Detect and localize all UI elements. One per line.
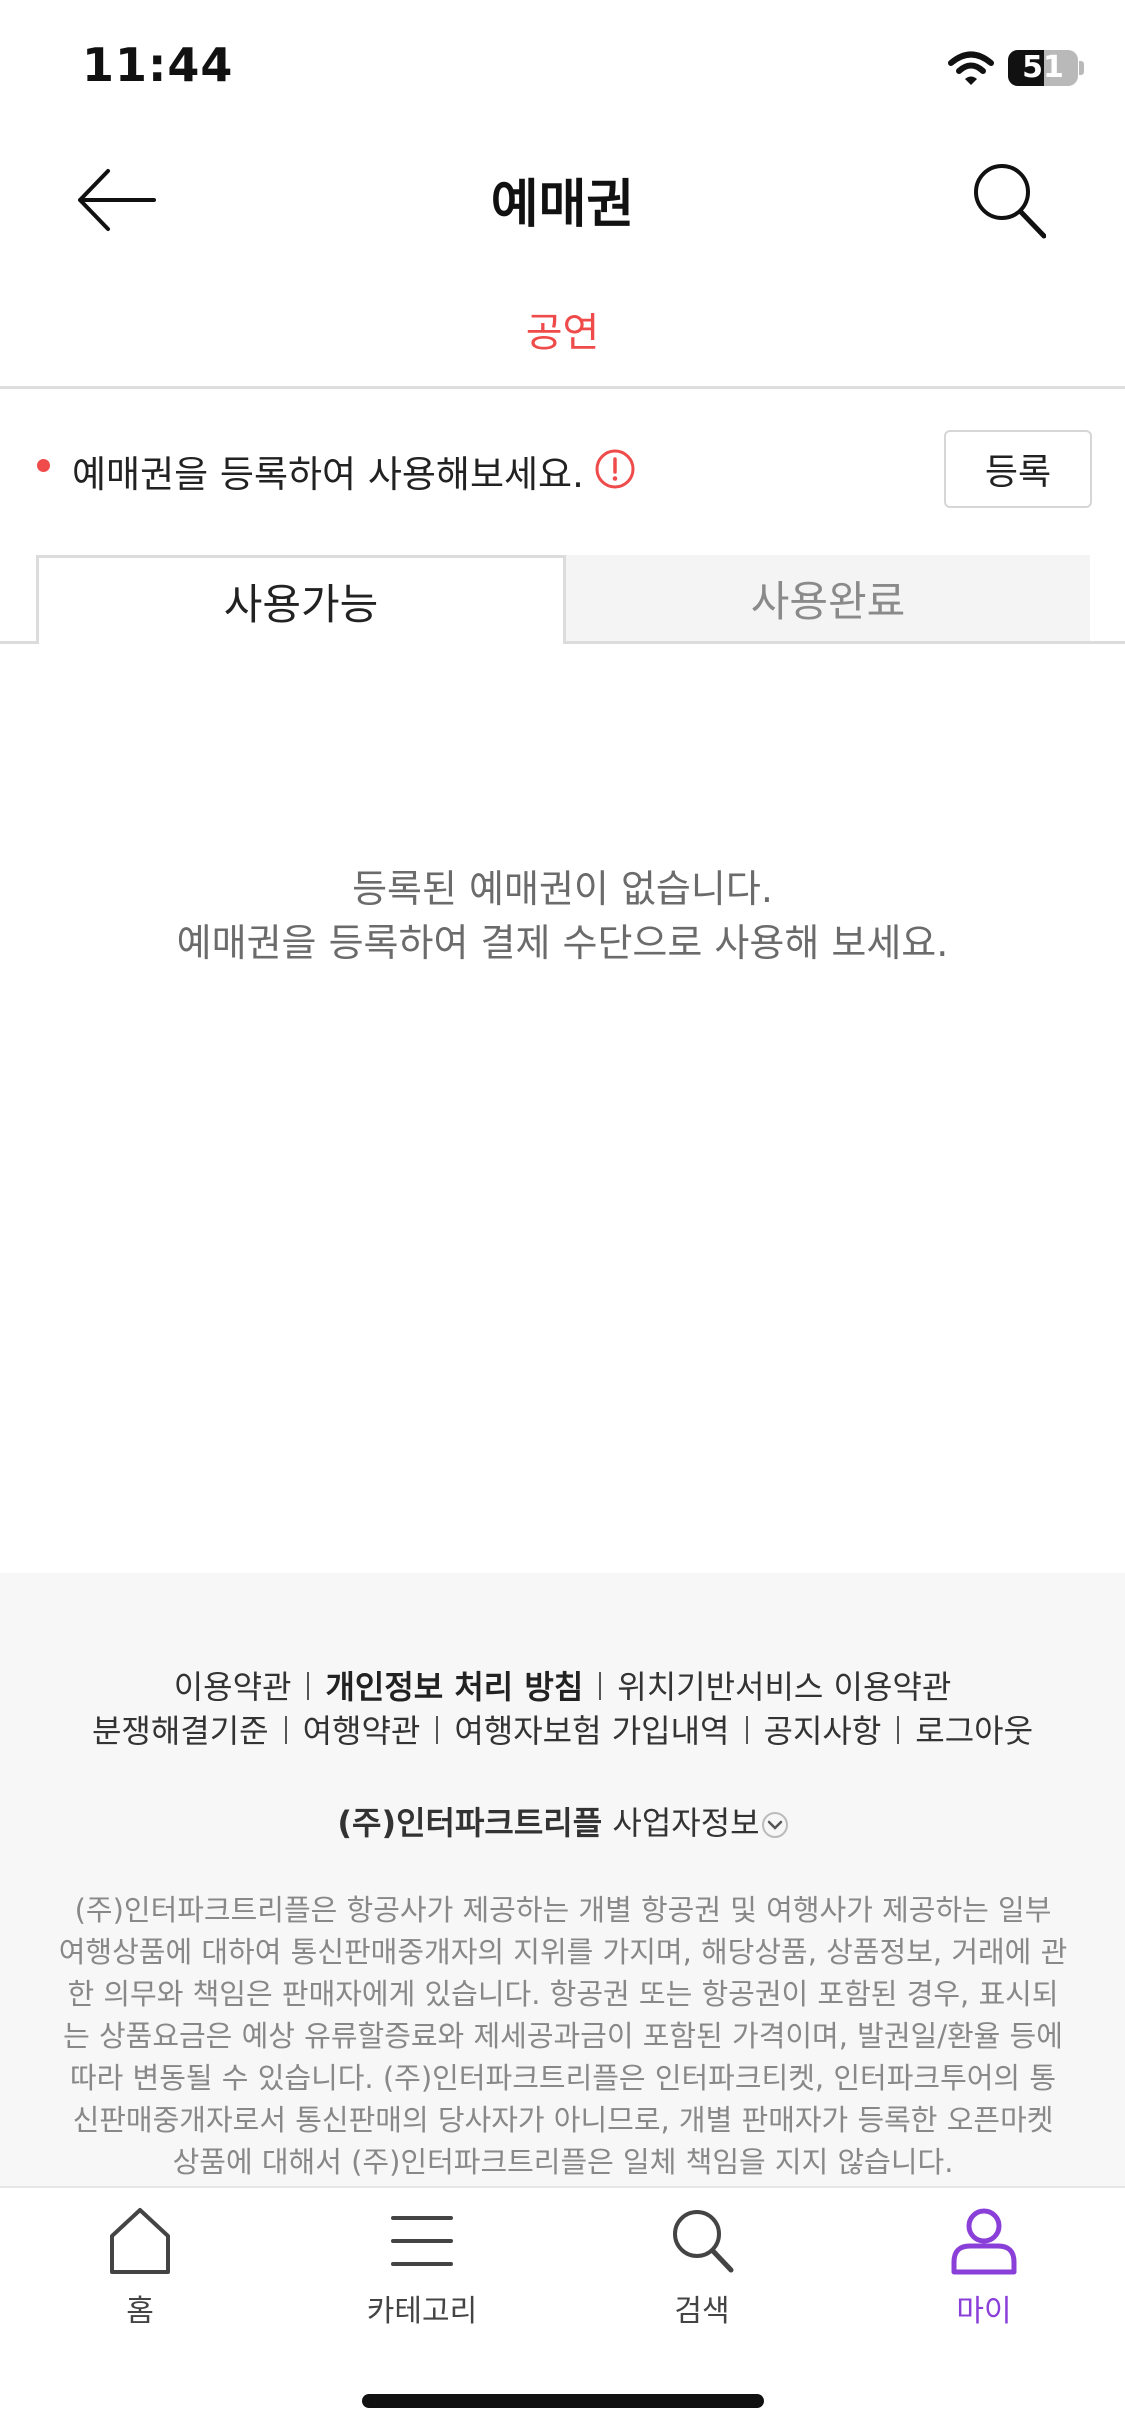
wifi-icon <box>948 51 994 85</box>
divider <box>0 386 1125 389</box>
menu-icon <box>391 2216 453 2266</box>
empty-state-description: 예매권을 등록하여 결제 수단으로 사용해 보세요. <box>176 921 949 965</box>
nav-category[interactable]: 카테고리 <box>322 2206 522 2330</box>
status-time: 11:44 <box>82 38 234 92</box>
nav-home-label: 홈 <box>126 2294 154 2329</box>
footer-links-row-1: 이용약관 개인정보 처리 방침 위치기반서비스 이용약관 <box>0 1662 1125 1708</box>
category-tab-performance[interactable]: 공연 <box>0 300 1125 358</box>
nav-search-label: 검색 <box>674 2294 730 2329</box>
footer-link-logout[interactable]: 로그아웃 <box>915 1712 1033 1750</box>
footer-link-travel-terms[interactable]: 여행약관 <box>303 1712 421 1750</box>
link-separator <box>307 1672 310 1700</box>
battery-indicator: 51 <box>1008 50 1078 86</box>
register-button[interactable]: 등록 <box>944 430 1092 508</box>
nav-my[interactable]: 마이 <box>884 2206 1084 2330</box>
battery-tip <box>1079 61 1084 75</box>
link-separator <box>599 1672 602 1700</box>
notice-text: 예매권을 등록하여 사용해보세요. <box>72 453 584 496</box>
nav-search[interactable]: 검색 <box>602 2206 802 2330</box>
tab-available[interactable]: 사용가능 <box>36 555 566 644</box>
footer-link-dispute[interactable]: 분쟁해결기준 <box>92 1712 269 1750</box>
company-info-toggle[interactable]: 사업자정보 <box>612 1804 788 1842</box>
home-icon <box>110 2208 170 2274</box>
company-name: (주)인터파크트리플 <box>337 1804 603 1842</box>
person-icon <box>951 2208 1017 2275</box>
company-info: (주)인터파크트리플 사업자정보 <box>0 1798 1125 1844</box>
nav-my-label: 마이 <box>956 2294 1012 2329</box>
link-separator <box>897 1716 900 1744</box>
tab-used[interactable]: 사용완료 <box>566 555 1090 641</box>
link-separator <box>284 1716 287 1744</box>
link-separator <box>436 1716 439 1744</box>
company-info-label: 사업자정보 <box>612 1804 760 1842</box>
footer-link-privacy[interactable]: 개인정보 처리 방침 <box>325 1668 583 1706</box>
page-title: 예매권 <box>490 175 635 235</box>
bullet-dot <box>37 459 50 472</box>
legal-disclaimer: (주)인터파크트리플은 항공사가 제공하는 개별 항공권 및 여행사가 제공하는… <box>58 1893 1068 2179</box>
footer-link-insurance[interactable]: 여행자보험 가입내역 <box>454 1712 729 1750</box>
footer-link-location-terms[interactable]: 위치기반서비스 이용약관 <box>617 1668 951 1706</box>
search-icon[interactable] <box>972 162 1046 240</box>
empty-state-title: 등록된 예매권이 없습니다. <box>352 867 773 911</box>
chevron-down-icon <box>761 1812 788 1838</box>
nav-category-label: 카테고리 <box>366 2294 478 2329</box>
footer-links-row-2: 분쟁해결기준 여행약관 여행자보험 가입내역 공지사항 로그아웃 <box>0 1706 1125 1752</box>
link-separator <box>745 1716 748 1744</box>
nav-home[interactable]: 홈 <box>40 2206 240 2330</box>
footer-link-notice[interactable]: 공지사항 <box>764 1712 882 1750</box>
search-icon <box>673 2210 734 2273</box>
home-indicator <box>362 2394 764 2408</box>
footer-link-terms[interactable]: 이용약관 <box>174 1668 292 1706</box>
info-alert-icon[interactable] <box>594 448 636 490</box>
